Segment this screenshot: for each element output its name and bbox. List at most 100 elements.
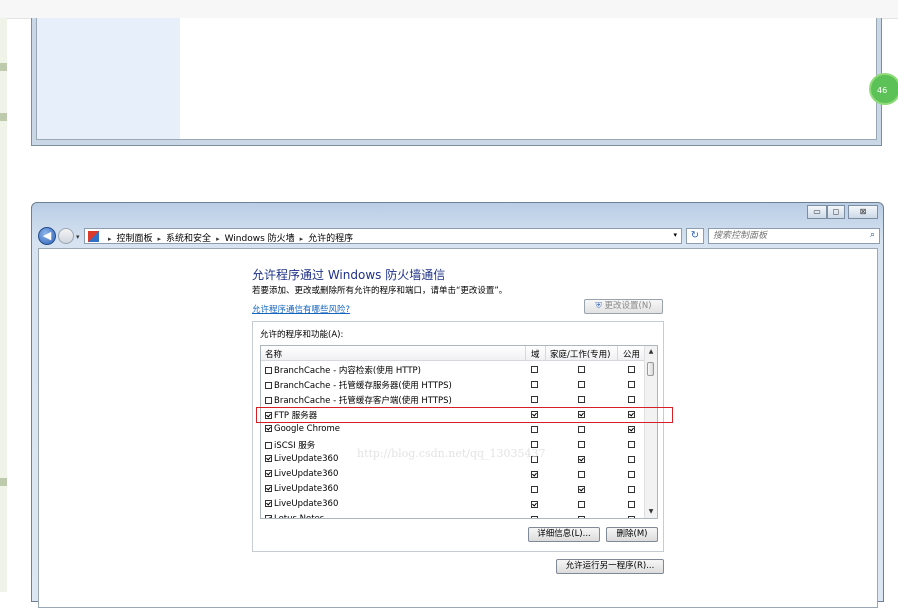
- edge-marker: [0, 63, 7, 71]
- domain-checkbox[interactable]: [531, 381, 538, 388]
- list-scrollbar[interactable]: ▲ ▼: [644, 346, 657, 518]
- scroll-down-icon[interactable]: ▼: [645, 507, 657, 517]
- public-checkbox[interactable]: [628, 516, 635, 518]
- home-checkbox[interactable]: [578, 456, 585, 463]
- column-name[interactable]: 名称: [265, 348, 282, 360]
- programs-list[interactable]: 名称 域 家庭/工作(专用) 公用 ▲ ▼ BranchCache - 内容检索…: [260, 345, 658, 519]
- column-domain[interactable]: 域: [531, 348, 540, 360]
- minimize-button[interactable]: ▭: [807, 205, 827, 219]
- breadcrumb-item[interactable]: Windows 防火墙: [225, 234, 295, 244]
- program-label: LiveUpdate360: [274, 454, 339, 464]
- breadcrumb-item[interactable]: 控制面板: [117, 234, 153, 244]
- enable-checkbox[interactable]: [265, 470, 272, 477]
- edge-marker: [0, 478, 7, 486]
- home-checkbox[interactable]: [578, 516, 585, 518]
- search-input[interactable]: [713, 229, 853, 243]
- forward-button[interactable]: [58, 228, 74, 244]
- back-button[interactable]: ◀: [38, 227, 56, 245]
- column-public[interactable]: 公用: [623, 348, 640, 360]
- watermark: http://blog.csdn.net/qq_13035437: [357, 447, 546, 460]
- public-checkbox-cell: [628, 455, 637, 465]
- previous-window-content: [36, 18, 877, 140]
- search-box[interactable]: ⌕: [708, 228, 880, 244]
- close-button[interactable]: ⊠: [848, 205, 878, 219]
- domain-checkbox[interactable]: [531, 426, 538, 433]
- enable-checkbox[interactable]: [265, 500, 272, 507]
- public-checkbox[interactable]: [628, 456, 635, 463]
- public-checkbox[interactable]: [628, 486, 635, 493]
- table-row[interactable]: BranchCache - 托管缓存服务器(使用 HTTPS): [261, 377, 645, 392]
- public-checkbox[interactable]: [628, 381, 635, 388]
- domain-checkbox[interactable]: [531, 486, 538, 493]
- home-checkbox[interactable]: [578, 471, 585, 478]
- table-row[interactable]: LiveUpdate360: [261, 467, 645, 482]
- program-name: Google Chrome: [265, 424, 340, 434]
- enable-checkbox[interactable]: [265, 455, 272, 462]
- scroll-thumb[interactable]: [647, 362, 654, 376]
- home-checkbox[interactable]: [578, 396, 585, 403]
- home-checkbox[interactable]: [578, 441, 585, 448]
- public-checkbox[interactable]: [628, 501, 635, 508]
- domain-checkbox-cell: [531, 470, 540, 480]
- program-name: iSCSI 服务: [265, 439, 315, 451]
- change-settings-button[interactable]: ⛨ 更改设置(N): [584, 299, 663, 314]
- allow-another-program-button[interactable]: 允许运行另一程序(R)...: [556, 559, 664, 574]
- domain-checkbox-cell: [531, 485, 540, 495]
- notification-badge[interactable]: 46: [869, 73, 898, 105]
- remove-button[interactable]: 删除(M): [606, 527, 658, 542]
- home-checkbox[interactable]: [578, 426, 585, 433]
- public-checkbox-cell: [628, 440, 637, 450]
- enable-checkbox[interactable]: [265, 485, 272, 492]
- public-checkbox[interactable]: [628, 441, 635, 448]
- enable-checkbox[interactable]: [265, 425, 272, 432]
- domain-checkbox[interactable]: [531, 516, 538, 518]
- public-checkbox-cell: [628, 500, 637, 510]
- risk-link[interactable]: 允许程序通信有哪些风险?: [252, 303, 350, 315]
- public-checkbox[interactable]: [628, 396, 635, 403]
- table-row[interactable]: Google Chrome: [261, 422, 645, 437]
- column-home[interactable]: 家庭/工作(专用): [550, 348, 611, 360]
- address-dropdown-icon[interactable]: ▾: [673, 231, 677, 239]
- column-divider: [525, 346, 526, 360]
- table-row[interactable]: BranchCache - 内容检索(使用 HTTP): [261, 362, 645, 377]
- program-label: BranchCache - 托管缓存服务器(使用 HTTPS): [274, 381, 452, 391]
- domain-checkbox[interactable]: [531, 366, 538, 373]
- program-name: LiveUpdate360: [265, 454, 338, 464]
- table-row[interactable]: Lotus Notes: [261, 512, 645, 518]
- public-checkbox[interactable]: [628, 426, 635, 433]
- refresh-icon[interactable]: ↻: [686, 228, 704, 244]
- domain-checkbox-cell: [531, 500, 540, 510]
- enable-checkbox[interactable]: [265, 442, 272, 449]
- enable-checkbox[interactable]: [265, 382, 272, 389]
- home-checkbox-cell: [578, 425, 587, 435]
- home-checkbox-cell: [578, 455, 587, 465]
- home-checkbox[interactable]: [578, 381, 585, 388]
- scroll-up-icon[interactable]: ▲: [645, 347, 657, 357]
- table-row[interactable]: BranchCache - 托管缓存客户端(使用 HTTPS): [261, 392, 645, 407]
- change-settings-label: 更改设置(N): [604, 301, 652, 311]
- home-checkbox[interactable]: [578, 366, 585, 373]
- enable-checkbox[interactable]: [265, 367, 272, 374]
- home-checkbox[interactable]: [578, 501, 585, 508]
- public-checkbox[interactable]: [628, 471, 635, 478]
- address-bar[interactable]: ▸ 控制面板 ▸ 系统和安全 ▸ Windows 防火墙 ▸ 允许的程序 ▾: [84, 228, 682, 244]
- maximize-button[interactable]: ◻: [827, 205, 845, 219]
- breadcrumb-item[interactable]: 允许的程序: [308, 234, 353, 244]
- home-checkbox[interactable]: [578, 486, 585, 493]
- table-row[interactable]: LiveUpdate360: [261, 497, 645, 512]
- details-button[interactable]: 详细信息(L)...: [528, 527, 600, 542]
- enable-checkbox[interactable]: [265, 515, 272, 518]
- domain-checkbox[interactable]: [531, 396, 538, 403]
- breadcrumb-item[interactable]: 系统和安全: [166, 234, 211, 244]
- history-dropdown[interactable]: ▾: [76, 233, 80, 241]
- search-icon[interactable]: ⌕: [870, 230, 875, 240]
- program-label: BranchCache - 托管缓存客户端(使用 HTTPS): [274, 396, 452, 406]
- home-checkbox-cell: [578, 395, 587, 405]
- domain-checkbox[interactable]: [531, 501, 538, 508]
- domain-checkbox-cell: [531, 380, 540, 390]
- firewall-window: ▭ ◻ ⊠ ◀ ▾ ▸ 控制面板 ▸ 系统和安全 ▸ Windows 防火墙 ▸ 允许的程序 …: [31, 202, 884, 608]
- enable-checkbox[interactable]: [265, 397, 272, 404]
- domain-checkbox[interactable]: [531, 471, 538, 478]
- public-checkbox[interactable]: [628, 366, 635, 373]
- table-row[interactable]: LiveUpdate360: [261, 482, 645, 497]
